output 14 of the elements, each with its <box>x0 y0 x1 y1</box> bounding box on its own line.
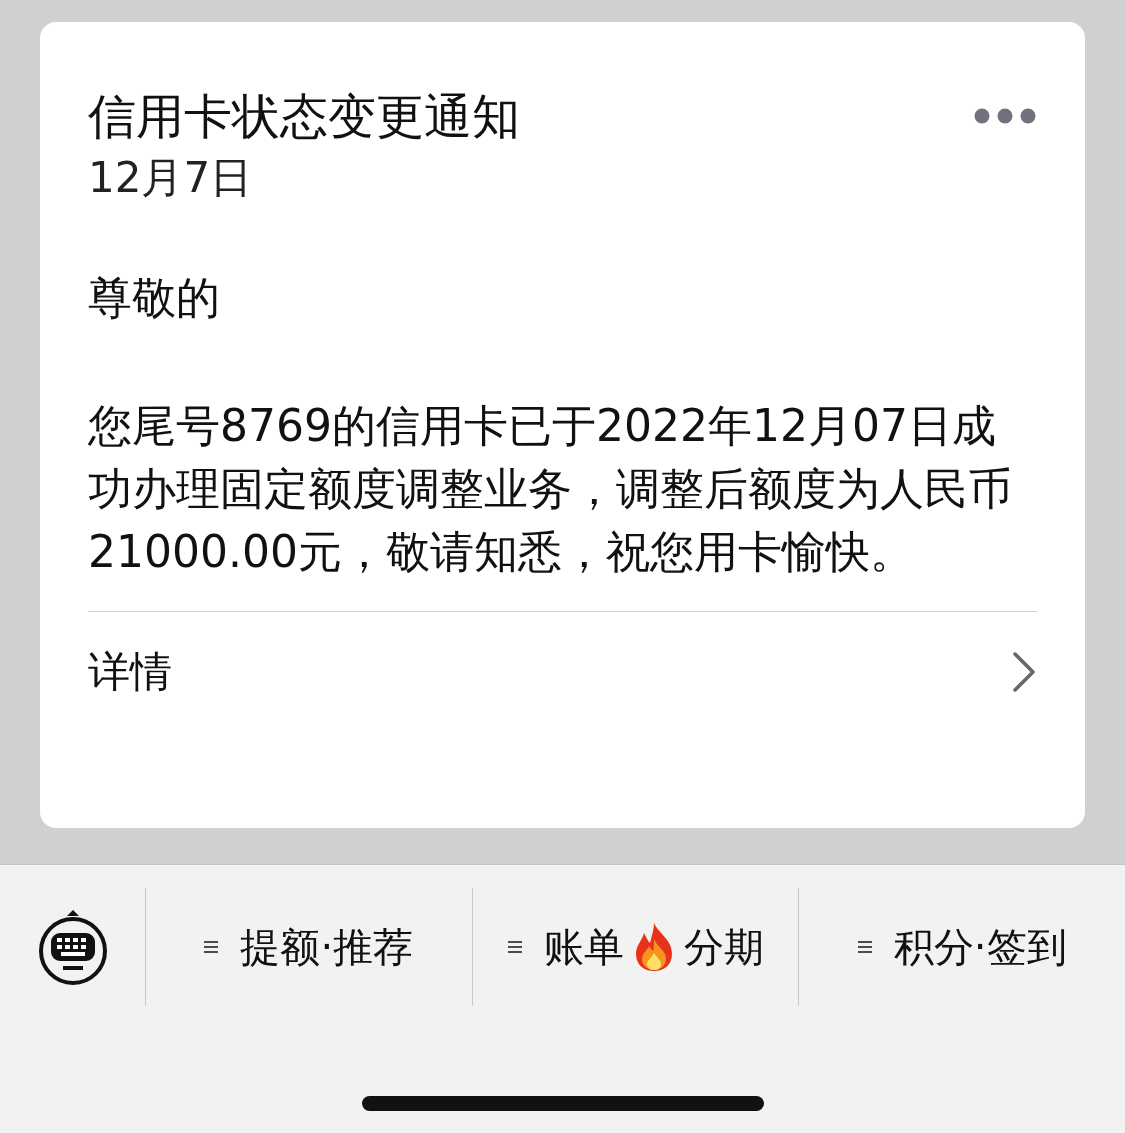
message-body: 您尾号8769的信用卡已于2022年12月07日成功办理固定额度调整业务，调整后额度为人民币21000.00元，敬请知悉，祝您用卡愉快。 <box>88 399 1013 579</box>
message-title: 信用卡状态变更通知 <box>88 87 520 146</box>
details-link[interactable]: 详情 <box>88 612 1037 752</box>
keyboard-icon[interactable] <box>36 907 109 987</box>
greeting-text: 尊敬的 <box>88 271 221 325</box>
menu-button[interactable]: 账单 分期 <box>507 919 764 975</box>
menu-button[interactable]: 积分·签到 <box>857 919 1067 975</box>
message-date: 12月7日 <box>88 152 254 204</box>
menu-icon <box>507 940 522 954</box>
more-icon[interactable] <box>973 107 1037 125</box>
menu-icon <box>857 940 872 954</box>
chevron-right-icon <box>1011 651 1037 693</box>
menu-button[interactable]: 提额·推荐 <box>204 919 414 975</box>
menu-icon <box>204 940 219 954</box>
